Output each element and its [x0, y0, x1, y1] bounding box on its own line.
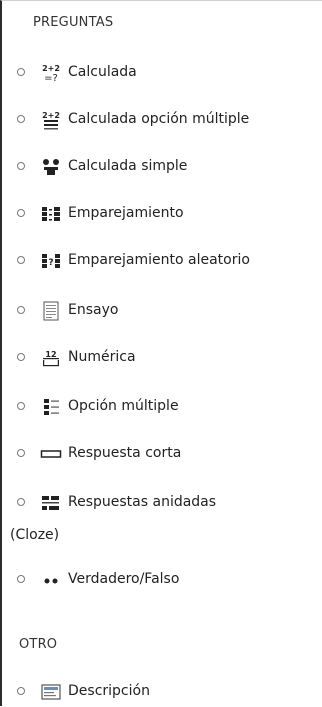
- label-numerica: Numérica: [68, 349, 136, 365]
- calculated-simple-icon: [40, 157, 62, 177]
- option-emparejamiento-aleatorio[interactable]: ? Emparejamiento aleatorio: [2, 249, 320, 273]
- radio-calculada[interactable]: [17, 68, 25, 76]
- option-respuestas-anidadas[interactable]: Respuestas anidadas: [2, 491, 320, 515]
- label-respuestas-anidadas-cont: (Cloze): [10, 527, 60, 543]
- section-title-preguntas: PREGUNTAS: [33, 15, 114, 30]
- option-calculada-simple[interactable]: Calculada simple: [2, 155, 320, 179]
- option-emparejamiento[interactable]: Emparejamiento: [2, 202, 320, 226]
- numerical-icon: 12: [40, 348, 62, 368]
- radio-emparejamiento[interactable]: [17, 209, 25, 217]
- label-respuestas-anidadas: Respuestas anidadas: [68, 494, 217, 510]
- option-respuesta-corta[interactable]: Respuesta corta: [2, 442, 320, 466]
- true-false-icon: [40, 570, 62, 590]
- random-matching-icon: ?: [40, 251, 62, 271]
- label-calculada-simple: Calculada simple: [68, 158, 188, 174]
- option-verdadero-falso[interactable]: Verdadero/Falso: [2, 568, 320, 592]
- svg-text:=?: =?: [44, 73, 58, 83]
- label-ensayo: Ensayo: [68, 302, 119, 318]
- radio-calculada-simple[interactable]: [17, 162, 25, 170]
- short-answer-icon: [40, 444, 62, 464]
- svg-text:12: 12: [45, 350, 56, 359]
- label-emparejamiento-aleatorio: Emparejamiento aleatorio: [68, 252, 250, 268]
- matching-icon: [40, 204, 62, 224]
- radio-calculada-opcion-multiple[interactable]: [17, 115, 25, 123]
- radio-descripcion[interactable]: [17, 687, 25, 695]
- radio-emparejamiento-aleatorio[interactable]: [17, 256, 25, 264]
- label-descripcion: Descripción: [68, 683, 150, 699]
- radio-numerica[interactable]: [17, 353, 25, 361]
- label-opcion-multiple: Opción múltiple: [68, 398, 179, 414]
- calculated-icon: 2+2 =?: [40, 63, 62, 83]
- question-type-chooser: PREGUNTAS 2+2 =? Calculada 2+2 Calculada…: [0, 0, 322, 706]
- option-ensayo[interactable]: Ensayo: [2, 299, 320, 323]
- essay-icon: [40, 301, 62, 321]
- svg-text:2+2: 2+2: [42, 64, 60, 73]
- calculated-multichoice-icon: 2+2: [40, 110, 62, 130]
- option-numerica[interactable]: 12 Numérica: [2, 346, 320, 370]
- label-emparejamiento: Emparejamiento: [68, 205, 184, 221]
- label-calculada-opcion-multiple: Calculada opción múltiple: [68, 111, 250, 127]
- svg-text:2+2: 2+2: [42, 111, 60, 120]
- radio-verdadero-falso[interactable]: [17, 575, 25, 583]
- label-verdadero-falso: Verdadero/Falso: [68, 571, 180, 587]
- multichoice-icon: [40, 397, 62, 417]
- section-title-otro: OTRO: [19, 637, 58, 652]
- option-opcion-multiple[interactable]: Opción múltiple: [2, 395, 320, 419]
- radio-respuesta-corta[interactable]: [17, 449, 25, 457]
- option-descripcion[interactable]: Descripción: [2, 680, 320, 704]
- option-calculada-opcion-multiple[interactable]: 2+2 Calculada opción múltiple: [2, 108, 320, 132]
- radio-ensayo[interactable]: [17, 306, 25, 314]
- label-calculada: Calculada: [68, 64, 137, 80]
- option-calculada[interactable]: 2+2 =? Calculada: [2, 61, 320, 85]
- description-icon: [40, 682, 62, 702]
- radio-respuestas-anidadas[interactable]: [17, 498, 25, 506]
- cloze-icon: [40, 493, 62, 513]
- radio-opcion-multiple[interactable]: [17, 402, 25, 410]
- svg-text:?: ?: [48, 258, 53, 268]
- label-respuesta-corta: Respuesta corta: [68, 445, 182, 461]
